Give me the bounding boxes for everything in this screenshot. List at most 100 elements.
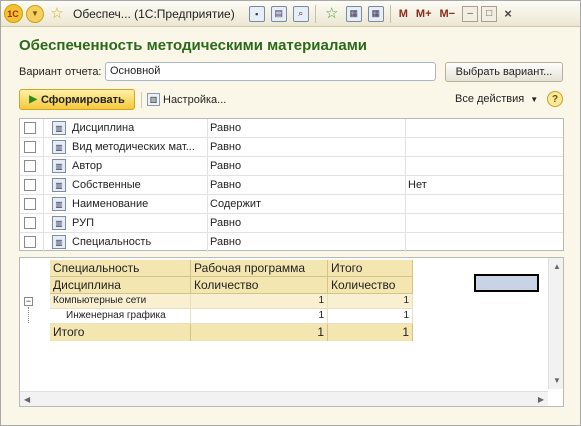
filter-condition[interactable]: Равно bbox=[208, 176, 406, 195]
report-window: 1С ▼ ☆ Обеспеч... (1С:Предприятие) ▪ ▤ ⌕… bbox=[0, 0, 581, 426]
add-favorite-button[interactable]: ☆ bbox=[322, 4, 342, 24]
filter-checkbox[interactable] bbox=[24, 141, 36, 153]
restore-icon[interactable]: □ bbox=[481, 5, 498, 22]
filter-row[interactable]: ▥ Наименование Содержит bbox=[20, 195, 563, 214]
filter-row[interactable]: ▥ РУП Равно bbox=[20, 214, 563, 233]
app-menu-button[interactable]: 1С bbox=[3, 4, 23, 24]
back-button[interactable]: ▼ bbox=[25, 4, 45, 24]
filter-check-cell bbox=[20, 176, 44, 195]
field-icon: ▥ bbox=[52, 121, 66, 135]
filter-checkbox[interactable] bbox=[24, 160, 36, 172]
print-icon: ▤ bbox=[270, 5, 287, 22]
all-actions-menu[interactable]: Все действия ▼ bbox=[455, 93, 538, 105]
all-actions-label: Все действия bbox=[455, 93, 525, 105]
filter-field-cell: ▥ РУП bbox=[44, 214, 208, 233]
filter-field-cell: ▥ Автор bbox=[44, 157, 208, 176]
filter-condition[interactable]: Равно bbox=[208, 214, 406, 233]
filter-row[interactable]: ▥ Специальность Равно bbox=[20, 233, 563, 252]
scroll-down-icon[interactable]: ▼ bbox=[553, 376, 561, 385]
filter-checkbox[interactable] bbox=[24, 122, 36, 134]
filter-checkbox[interactable] bbox=[24, 236, 36, 248]
row-detail-qty[interactable]: 1 bbox=[191, 309, 328, 324]
filter-row[interactable]: ▥ Собственные Равно Нет bbox=[20, 176, 563, 195]
filter-condition[interactable]: Равно bbox=[208, 233, 406, 252]
filter-check-cell bbox=[20, 233, 44, 252]
filter-row[interactable]: ▥ Дисциплина Равно bbox=[20, 119, 563, 138]
filter-row[interactable]: ▥ Автор Равно bbox=[20, 157, 563, 176]
vertical-scrollbar[interactable]: ▲ ▼ bbox=[548, 258, 563, 389]
header-quantity: Количество bbox=[191, 277, 328, 294]
row-group-total[interactable]: 1 bbox=[328, 294, 413, 309]
total-total: 1 bbox=[328, 324, 413, 341]
save-button[interactable]: ▪ bbox=[247, 4, 267, 24]
collapse-group-icon[interactable]: − bbox=[24, 297, 33, 306]
scroll-left-icon[interactable]: ◀ bbox=[24, 395, 30, 404]
filter-field: Дисциплина bbox=[72, 122, 135, 134]
filter-value[interactable] bbox=[406, 233, 563, 252]
close-icon[interactable]: × bbox=[500, 6, 516, 22]
filter-value[interactable] bbox=[406, 138, 563, 157]
filters-table: ▥ Дисциплина Равно ▥ Вид методических мат.… bbox=[19, 118, 564, 252]
field-icon: ▥ bbox=[52, 159, 66, 173]
scroll-up-icon[interactable]: ▲ bbox=[553, 262, 561, 271]
settings-icon: ▥ bbox=[147, 93, 160, 106]
help-icon[interactable]: ? bbox=[547, 91, 563, 107]
filter-check-cell bbox=[20, 138, 44, 157]
favorite-star-icon: ☆ bbox=[50, 5, 64, 22]
print-button[interactable]: ▤ bbox=[269, 4, 289, 24]
report-result-area[interactable]: − Специальность Рабочая программа Итого … bbox=[19, 257, 564, 407]
row-detail-total[interactable]: 1 bbox=[328, 309, 413, 324]
horizontal-scrollbar[interactable]: ◀ ▶ bbox=[20, 391, 548, 406]
filter-checkbox[interactable] bbox=[24, 198, 36, 210]
filter-field: Автор bbox=[72, 160, 103, 172]
filter-field-cell: ▥ Специальность bbox=[44, 233, 208, 252]
group-line bbox=[28, 307, 29, 323]
filter-field: РУП bbox=[72, 217, 94, 229]
row-group-qty[interactable]: 1 bbox=[191, 294, 328, 309]
filter-value[interactable] bbox=[406, 214, 563, 233]
filter-check-cell bbox=[20, 119, 44, 138]
choose-variant-button[interactable]: Выбрать вариант... bbox=[445, 62, 563, 82]
calculator-button[interactable]: ▦ bbox=[366, 4, 386, 24]
header-total-quantity: Количество bbox=[328, 277, 413, 294]
settings-button[interactable]: ▥ Настройка... bbox=[147, 93, 226, 106]
preview-button[interactable]: ⌕ bbox=[291, 4, 311, 24]
calendar-icon: ▦ bbox=[345, 5, 362, 22]
variant-field[interactable]: Основной bbox=[105, 62, 436, 81]
memory-m-button[interactable]: M bbox=[399, 8, 408, 20]
filter-field-cell: ▥ Вид методических мат... bbox=[44, 138, 208, 157]
memory-plus-button[interactable]: M+ bbox=[416, 8, 432, 20]
filter-field: Специальность bbox=[72, 236, 152, 248]
toolbar: ▶ Сформировать ▥ Настройка... Все действ… bbox=[19, 89, 565, 111]
variant-label: Вариант отчета: bbox=[19, 66, 102, 78]
total-label: Итого bbox=[50, 324, 191, 341]
field-icon: ▥ bbox=[52, 140, 66, 154]
row-detail-label[interactable]: Инженерная графика bbox=[50, 309, 191, 324]
minimize-icon[interactable]: – bbox=[462, 5, 479, 22]
filter-value[interactable]: Нет bbox=[406, 176, 563, 195]
separator bbox=[389, 4, 391, 23]
filter-condition[interactable]: Равно bbox=[208, 138, 406, 157]
play-icon: ▶ bbox=[29, 94, 37, 105]
window-title: Обеспеч... (1С:Предприятие) bbox=[73, 6, 235, 21]
header-specialty: Специальность bbox=[50, 260, 191, 277]
memory-minus-button[interactable]: M− bbox=[440, 8, 456, 20]
filter-checkbox[interactable] bbox=[24, 217, 36, 229]
row-group-label[interactable]: Компьютерные сети bbox=[50, 294, 191, 309]
filter-value[interactable] bbox=[406, 119, 563, 138]
filter-condition[interactable]: Равно bbox=[208, 157, 406, 176]
filter-row[interactable]: ▥ Вид методических мат... Равно bbox=[20, 138, 563, 157]
filter-value[interactable] bbox=[406, 157, 563, 176]
generate-button[interactable]: ▶ Сформировать bbox=[19, 89, 135, 110]
filter-condition[interactable]: Равно bbox=[208, 119, 406, 138]
filter-checkbox[interactable] bbox=[24, 179, 36, 191]
filter-condition[interactable]: Содержит bbox=[208, 195, 406, 214]
selected-cell[interactable] bbox=[474, 274, 539, 292]
calendar-button[interactable]: ▦ bbox=[344, 4, 364, 24]
filter-value[interactable] bbox=[406, 195, 563, 214]
favorite-button[interactable]: ☆ bbox=[47, 4, 67, 24]
separator bbox=[314, 4, 316, 23]
filter-check-cell bbox=[20, 214, 44, 233]
scroll-right-icon[interactable]: ▶ bbox=[538, 395, 544, 404]
page-title: Обеспеченность методическими материалами bbox=[19, 37, 368, 54]
